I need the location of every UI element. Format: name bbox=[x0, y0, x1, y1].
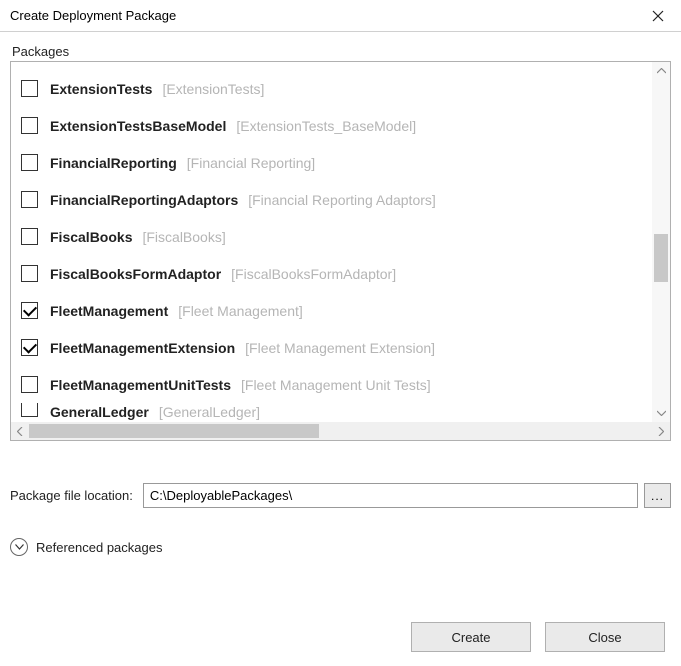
scroll-thumb-vertical[interactable] bbox=[654, 234, 668, 282]
chevron-down-icon[interactable] bbox=[10, 538, 28, 556]
list-item[interactable]: FinancialReportingAdaptors [Financial Rep… bbox=[11, 181, 670, 218]
create-button[interactable]: Create bbox=[411, 622, 531, 652]
vertical-scrollbar[interactable] bbox=[652, 62, 670, 422]
package-name: FleetManagementUnitTests bbox=[50, 377, 231, 393]
content-area: Packages ExtensionTests[ExtensionTests]E… bbox=[0, 32, 681, 566]
list-item[interactable]: FiscalBooksFormAdaptor [FiscalBooksFormAd… bbox=[11, 255, 670, 292]
packages-listbox: ExtensionTests[ExtensionTests]ExtensionT… bbox=[10, 61, 671, 441]
package-name: FinancialReportingAdaptors bbox=[50, 192, 238, 208]
package-name: FleetManagement bbox=[50, 303, 168, 319]
close-icon[interactable] bbox=[635, 0, 681, 32]
package-name: FleetManagementExtension bbox=[50, 340, 235, 356]
scroll-right-icon[interactable] bbox=[652, 422, 670, 440]
location-input[interactable] bbox=[143, 483, 638, 508]
list-item[interactable]: ExtensionTestsBaseModel [ExtensionTests_B… bbox=[11, 107, 670, 144]
checkbox[interactable] bbox=[21, 339, 38, 356]
package-name: FiscalBooks bbox=[50, 229, 132, 245]
package-desc: [FiscalBooks] bbox=[142, 229, 225, 245]
list-item[interactable]: FleetManagementUnitTests [Fleet Managemen… bbox=[11, 366, 670, 403]
package-desc: [FiscalBooksFormAdaptor] bbox=[231, 266, 396, 282]
checkbox[interactable] bbox=[21, 302, 38, 319]
scroll-up-icon[interactable] bbox=[652, 62, 670, 80]
list-item[interactable]: FleetManagementExtension [Fleet Managemen… bbox=[11, 329, 670, 366]
list-item[interactable]: FinancialReporting [Financial Reporting] bbox=[11, 144, 670, 181]
list-item-cutoff[interactable]: GeneralLedger [GeneralLedger] bbox=[11, 403, 670, 421]
window-title: Create Deployment Package bbox=[10, 8, 176, 23]
checkbox[interactable] bbox=[21, 80, 38, 97]
location-label: Package file location: bbox=[10, 488, 133, 503]
package-desc: [Financial Reporting Adaptors] bbox=[248, 192, 436, 208]
package-desc: [Fleet Management Unit Tests] bbox=[241, 377, 431, 393]
package-desc: [Financial Reporting] bbox=[187, 155, 315, 171]
location-row: Package file location: ... bbox=[10, 483, 671, 508]
checkbox[interactable] bbox=[21, 265, 38, 282]
checkbox[interactable] bbox=[21, 403, 38, 417]
packages-label: Packages bbox=[12, 44, 671, 59]
scroll-left-icon[interactable] bbox=[11, 422, 29, 440]
package-name: FiscalBooksFormAdaptor bbox=[50, 266, 221, 282]
package-desc: [ExtensionTests] bbox=[162, 81, 264, 97]
package-desc: [GeneralLedger] bbox=[159, 404, 260, 420]
package-desc: [ExtensionTests_BaseModel] bbox=[236, 118, 416, 134]
list-item[interactable]: FleetManagement [Fleet Management] bbox=[11, 292, 670, 329]
checkbox[interactable] bbox=[21, 154, 38, 171]
checkbox[interactable] bbox=[21, 191, 38, 208]
package-desc: [Fleet Management] bbox=[178, 303, 303, 319]
close-button[interactable]: Close bbox=[545, 622, 665, 652]
list-rows: ExtensionTests[ExtensionTests]ExtensionT… bbox=[11, 62, 670, 403]
checkbox[interactable] bbox=[21, 376, 38, 393]
referenced-packages-label: Referenced packages bbox=[36, 540, 162, 555]
titlebar: Create Deployment Package bbox=[0, 0, 681, 32]
checkbox[interactable] bbox=[21, 228, 38, 245]
browse-button[interactable]: ... bbox=[644, 483, 671, 508]
package-name: GeneralLedger bbox=[50, 404, 149, 420]
scroll-thumb-horizontal[interactable] bbox=[29, 424, 319, 438]
checkbox[interactable] bbox=[21, 117, 38, 134]
package-name: ExtensionTests bbox=[50, 81, 152, 97]
horizontal-scrollbar[interactable] bbox=[11, 422, 670, 440]
list-item[interactable]: FiscalBooks [FiscalBooks] bbox=[11, 218, 670, 255]
package-name: FinancialReporting bbox=[50, 155, 177, 171]
scroll-down-icon[interactable] bbox=[652, 404, 670, 422]
list-viewport: ExtensionTests[ExtensionTests]ExtensionT… bbox=[11, 62, 670, 440]
button-bar: Create Close bbox=[411, 622, 665, 652]
referenced-packages-row: Referenced packages bbox=[10, 538, 671, 556]
package-desc: [Fleet Management Extension] bbox=[245, 340, 435, 356]
package-name: ExtensionTestsBaseModel bbox=[50, 118, 226, 134]
list-item[interactable]: ExtensionTests [ExtensionTests] bbox=[11, 70, 670, 107]
